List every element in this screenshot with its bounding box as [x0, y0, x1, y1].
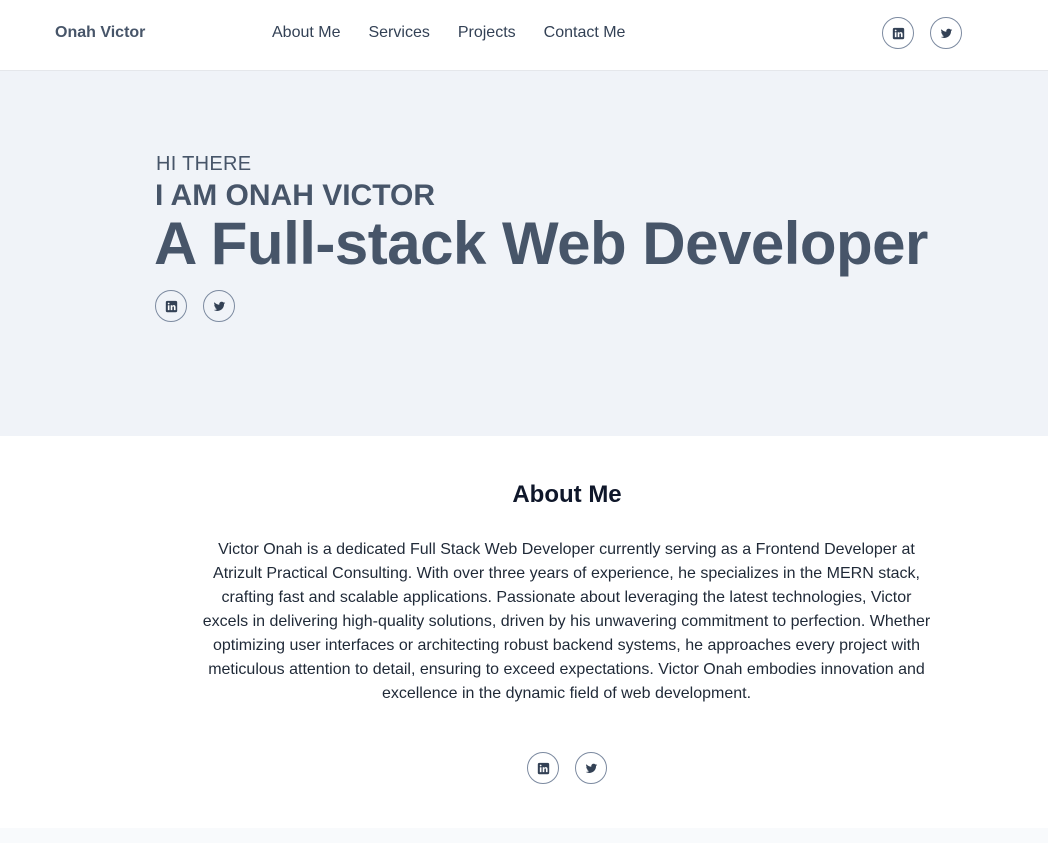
- linkedin-icon[interactable]: [527, 752, 559, 784]
- linkedin-icon[interactable]: [882, 17, 914, 49]
- nav-link-services[interactable]: Services: [368, 24, 429, 42]
- hero-name: I AM ONAH VICTOR: [155, 179, 436, 212]
- nav-links: About Me Services Projects Contact Me: [272, 24, 653, 42]
- linkedin-icon[interactable]: [155, 290, 187, 322]
- hero-social-links: [155, 290, 235, 322]
- nav-link-about-me[interactable]: About Me: [272, 24, 340, 42]
- hero-greeting: HI THERE: [156, 153, 252, 175]
- about-section: About Me Victor Onah is a dedicated Full…: [0, 436, 1048, 828]
- next-section-edge: [0, 828, 1048, 843]
- hero-section: HI THERE I AM ONAH VICTOR A Full-stack W…: [0, 71, 1048, 436]
- about-social-links: [527, 752, 607, 784]
- navbar: Onah Victor About Me Services Projects C…: [0, 0, 1048, 71]
- twitter-icon[interactable]: [930, 17, 962, 49]
- hero-title: A Full-stack Web Developer: [154, 210, 928, 277]
- twitter-icon[interactable]: [203, 290, 235, 322]
- twitter-icon[interactable]: [575, 752, 607, 784]
- nav-link-projects[interactable]: Projects: [458, 24, 516, 42]
- nav-social-links: [882, 17, 962, 49]
- brand-logo[interactable]: Onah Victor: [55, 24, 145, 42]
- about-heading: About Me: [512, 481, 622, 508]
- about-description: Victor Onah is a dedicated Full Stack We…: [202, 541, 931, 702]
- nav-link-contact-me[interactable]: Contact Me: [544, 24, 626, 42]
